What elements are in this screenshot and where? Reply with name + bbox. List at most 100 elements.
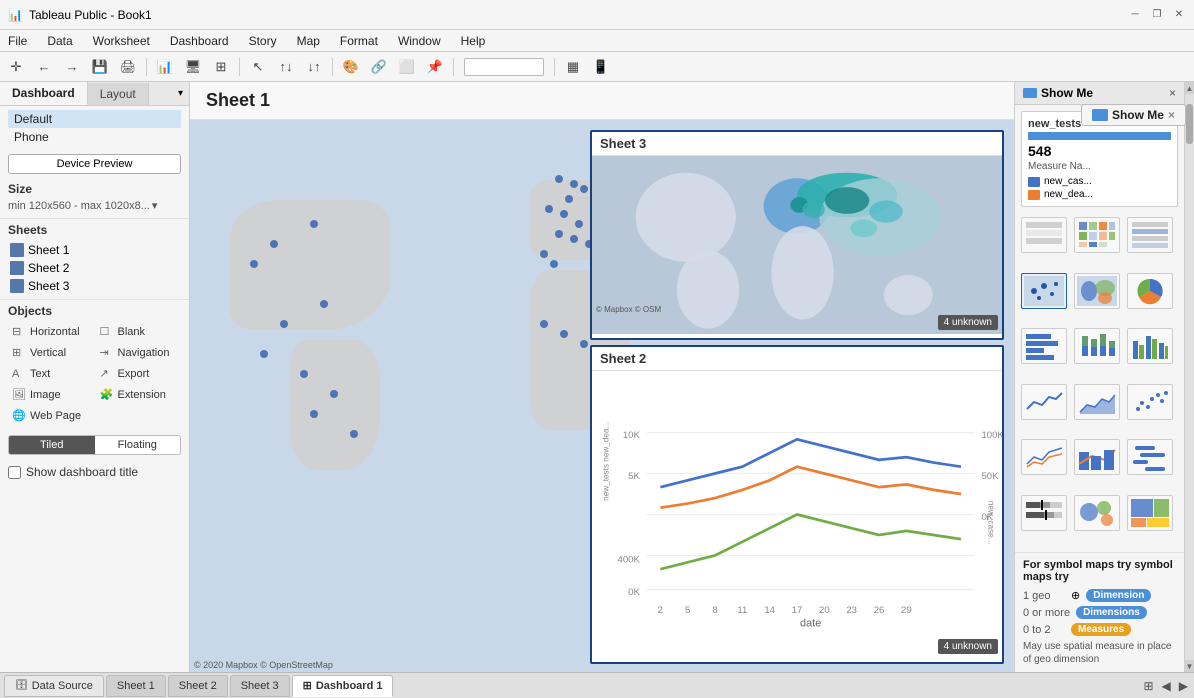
device-phone[interactable]: Phone bbox=[8, 128, 181, 146]
chart-thumb-pie[interactable] bbox=[1127, 273, 1173, 309]
tab-sheet2[interactable]: Sheet 2 bbox=[168, 675, 228, 697]
map-dot bbox=[580, 185, 588, 193]
toolbar-save[interactable]: 💾 bbox=[88, 56, 112, 78]
toolbar-sort-asc[interactable]: ↑↓ bbox=[274, 56, 298, 78]
objects-label: Objects bbox=[8, 304, 181, 318]
obj-webpage-label: Web Page bbox=[30, 410, 81, 422]
chart-thumb-highlight-table[interactable] bbox=[1127, 217, 1173, 253]
add-sheet-btn[interactable]: ⊞ bbox=[1141, 677, 1155, 695]
menu-window[interactable]: Window bbox=[394, 32, 445, 50]
close-btn[interactable]: ✕ bbox=[1172, 8, 1186, 22]
sheets-section: Sheets Sheet 1 Sheet 2 Sheet 3 bbox=[0, 219, 189, 300]
toolbar-crosshair[interactable]: ✛ bbox=[4, 56, 28, 78]
chart-thumb-gantt[interactable] bbox=[1127, 439, 1173, 475]
chart-thumb-dual-bar[interactable] bbox=[1074, 439, 1120, 475]
tab-dashboard[interactable]: Dashboard bbox=[0, 82, 88, 105]
chart-thumb-packed-bubbles[interactable] bbox=[1074, 495, 1120, 531]
menu-story[interactable]: Story bbox=[245, 32, 281, 50]
chart-thumb-area[interactable] bbox=[1074, 384, 1120, 420]
show-title-label: Show dashboard title bbox=[26, 465, 138, 479]
obj-horizontal[interactable]: ⊟ Horizontal bbox=[8, 322, 94, 341]
chart-thumb-heat-map[interactable] bbox=[1074, 217, 1120, 253]
toolbar-chart[interactable]: 📊 bbox=[153, 56, 177, 78]
tab-dashboard1-label: Dashboard 1 bbox=[316, 680, 383, 692]
chart-thumb-lines[interactable] bbox=[1021, 384, 1067, 420]
panel-tabs: Dashboard Layout ▾ bbox=[0, 82, 189, 106]
toolbar-monitor[interactable]: 🖥 bbox=[181, 56, 205, 78]
toolbar-device[interactable]: 📱 bbox=[589, 56, 613, 78]
center-canvas: Sheet 1 bbox=[190, 82, 1014, 672]
tab-layout[interactable]: Layout bbox=[88, 83, 149, 105]
chart-thumb-dual-lines[interactable] bbox=[1021, 439, 1067, 475]
toolbar-select[interactable]: ↖ bbox=[246, 56, 270, 78]
scrollbar-down[interactable]: ▼ bbox=[1185, 660, 1194, 672]
right-scrollbar[interactable]: ▲ ▼ bbox=[1184, 82, 1194, 672]
show-me-button[interactable]: Show Me × bbox=[1081, 104, 1186, 126]
panel-tab-arrow[interactable]: ▾ bbox=[172, 84, 189, 103]
toolbar-dropdown[interactable] bbox=[464, 58, 544, 76]
toolbar-print[interactable]: 🖨 bbox=[116, 56, 140, 78]
chart-thumb-text-table[interactable] bbox=[1021, 217, 1067, 253]
obj-navigation[interactable]: ⇥ Navigation bbox=[96, 343, 182, 362]
toolbar-frame[interactable]: ⬜ bbox=[395, 56, 419, 78]
sheet3-panel: Sheet 3 bbox=[590, 130, 1004, 340]
floating-button[interactable]: Floating bbox=[95, 436, 181, 454]
tab-scroll-left[interactable]: ◀ bbox=[1160, 677, 1173, 695]
menu-file[interactable]: File bbox=[4, 32, 31, 50]
tab-sheet1[interactable]: Sheet 1 bbox=[106, 675, 166, 697]
chart-thumb-scatter[interactable] bbox=[1127, 384, 1173, 420]
toolbar-grid[interactable]: ⊞ bbox=[209, 56, 233, 78]
menu-data[interactable]: Data bbox=[43, 32, 76, 50]
chart-thumb-bullet[interactable] bbox=[1021, 495, 1067, 531]
obj-image[interactable]: 🖼 Image bbox=[8, 385, 94, 404]
menu-dashboard[interactable]: Dashboard bbox=[166, 32, 233, 50]
obj-extension[interactable]: 🧩 Extension bbox=[96, 385, 182, 404]
show-me-close-icon[interactable]: × bbox=[1168, 108, 1175, 122]
toolbar-link[interactable]: 🔗 bbox=[367, 56, 391, 78]
chart-thumb-treemap[interactable] bbox=[1127, 495, 1173, 531]
obj-export[interactable]: ↗ Export bbox=[96, 364, 182, 383]
obj-blank[interactable]: ☐ Blank bbox=[96, 322, 182, 341]
svg-text:10K: 10K bbox=[623, 430, 641, 441]
obj-export-label: Export bbox=[118, 368, 150, 380]
scrollbar-thumb[interactable] bbox=[1186, 104, 1193, 144]
toolbar-sort-desc[interactable]: ↓↑ bbox=[302, 56, 326, 78]
chart-thumb-stacked-bar[interactable] bbox=[1074, 328, 1120, 364]
toolbar-forward[interactable]: → bbox=[60, 56, 84, 78]
sidebar-item-sheet1[interactable]: Sheet 1 bbox=[8, 241, 181, 259]
scrollbar-up[interactable]: ▲ bbox=[1185, 82, 1194, 94]
obj-vertical[interactable]: ⊞ Vertical bbox=[8, 343, 94, 362]
chart-thumb-symbol-map[interactable] bbox=[1021, 273, 1067, 309]
tab-sheet3[interactable]: Sheet 3 bbox=[230, 675, 290, 697]
sidebar-item-sheet2[interactable]: Sheet 2 bbox=[8, 259, 181, 277]
maximize-btn[interactable]: ❐ bbox=[1150, 8, 1164, 22]
toolbar-pin[interactable]: 📌 bbox=[423, 56, 447, 78]
device-preview-button[interactable]: Device Preview bbox=[8, 154, 181, 174]
menu-map[interactable]: Map bbox=[293, 32, 324, 50]
device-default[interactable]: Default bbox=[8, 110, 181, 128]
chart-thumb-filled-map[interactable] bbox=[1074, 273, 1120, 309]
toolbar-back[interactable]: ← bbox=[32, 56, 56, 78]
map-dot bbox=[350, 430, 358, 438]
show-me-close-btn[interactable]: × bbox=[1169, 86, 1176, 100]
minimize-btn[interactable]: ─ bbox=[1128, 8, 1142, 22]
obj-text[interactable]: A Text bbox=[8, 364, 94, 383]
toolbar-present[interactable]: ▦ bbox=[561, 56, 585, 78]
svg-text:400K: 400K bbox=[618, 554, 641, 565]
chart-thumb-horizontal-bar[interactable] bbox=[1021, 328, 1067, 364]
sidebar-item-sheet3[interactable]: Sheet 3 bbox=[8, 277, 181, 295]
size-arrow-icon[interactable]: ▾ bbox=[152, 199, 158, 212]
menu-format[interactable]: Format bbox=[336, 32, 382, 50]
menu-help[interactable]: Help bbox=[457, 32, 490, 50]
tiled-button[interactable]: Tiled bbox=[9, 436, 95, 454]
obj-webpage[interactable]: 🌐 Web Page bbox=[8, 406, 94, 425]
chart-thumb-side-bar[interactable] bbox=[1127, 328, 1173, 364]
tab-dashboard1[interactable]: ⊞ Dashboard 1 bbox=[292, 675, 394, 697]
toolbar-color[interactable]: 🎨 bbox=[339, 56, 363, 78]
menu-worksheet[interactable]: Worksheet bbox=[89, 32, 154, 50]
show-title-checkbox[interactable] bbox=[8, 466, 21, 479]
tab-datasource[interactable]: 🗄 Data Source bbox=[4, 675, 104, 697]
tab-scroll-right[interactable]: ▶ bbox=[1177, 677, 1190, 695]
req-row-1: 1 geo ⊕ Dimension bbox=[1023, 589, 1176, 602]
navigation-icon: ⇥ bbox=[100, 346, 114, 359]
